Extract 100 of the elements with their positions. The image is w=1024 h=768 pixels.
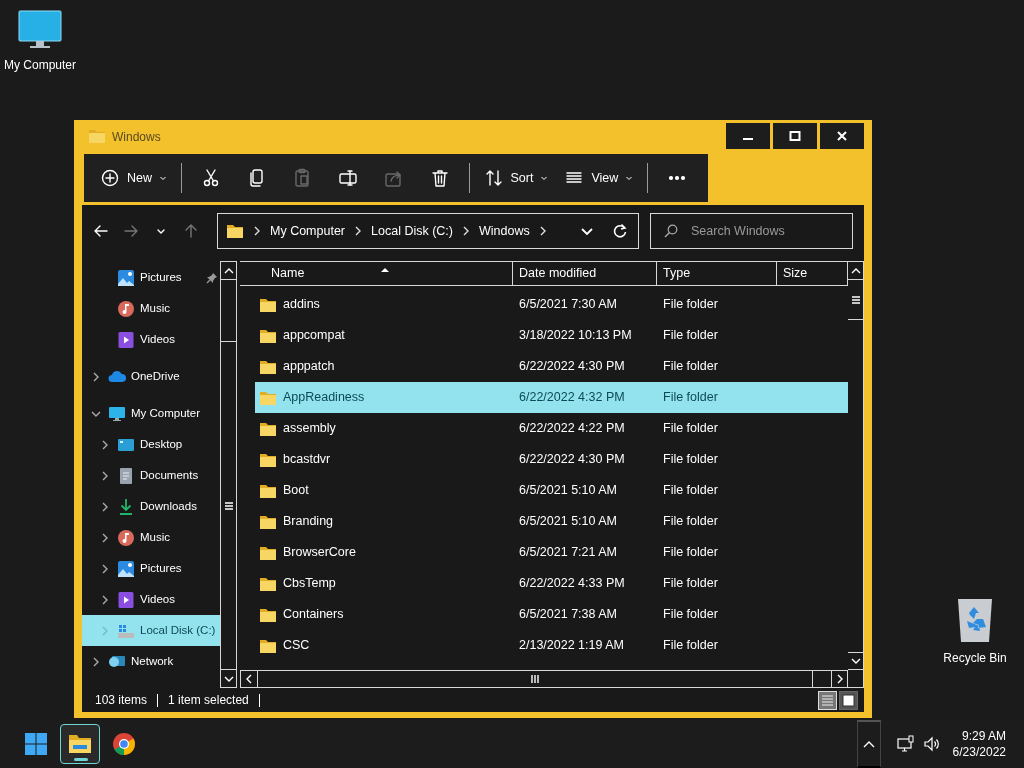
picture-icon <box>117 559 135 578</box>
file-name: CbsTemp <box>283 575 336 593</box>
monitor-icon <box>108 404 126 423</box>
nav-item[interactable]: Documents <box>82 460 220 491</box>
nav-item[interactable]: Videos <box>82 324 220 355</box>
recycle-bin-icon[interactable] <box>956 597 994 643</box>
volume-icon[interactable] <box>922 735 941 753</box>
date-modified: 6/22/2022 4:30 PM <box>518 451 626 469</box>
close-icon[interactable] <box>836 130 848 142</box>
horizontal-scrollbar[interactable] <box>240 670 848 688</box>
file-row[interactable]: CSC 2/13/2022 1:19 AM File folder <box>255 630 848 661</box>
pin-icon[interactable] <box>206 271 218 284</box>
view-button[interactable]: View <box>556 160 642 196</box>
new-button[interactable]: New <box>92 160 175 196</box>
nav-item[interactable]: Pictures <box>82 553 220 584</box>
browser-icon[interactable] <box>112 732 136 756</box>
nav-item[interactable]: OneDrive <box>82 361 220 392</box>
caret-icon[interactable] <box>159 174 167 182</box>
close-button[interactable] <box>820 123 864 149</box>
monitor-icon[interactable] <box>18 10 62 50</box>
file-row[interactable]: addins 6/5/2021 7:30 AM File folder <box>255 289 848 320</box>
file-type: File folder <box>662 358 719 376</box>
music-note-icon <box>117 528 135 547</box>
sort-button[interactable]: Sort <box>475 160 557 196</box>
file-row[interactable]: Branding 6/5/2021 5:10 AM File folder <box>255 506 848 537</box>
desktop-icon-label[interactable]: Recycle Bin <box>943 649 1007 667</box>
scrollbar[interactable] <box>220 261 237 688</box>
folder-icon <box>259 296 277 313</box>
folder-icon <box>259 606 277 623</box>
address-bar[interactable]: My Computer Local Disk (C:) Windows <box>217 213 639 249</box>
file-name: apppatch <box>283 358 335 376</box>
maximize-icon[interactable] <box>789 130 801 142</box>
file-name: BrowserCore <box>283 544 356 562</box>
desktop-icon-label[interactable]: My Computer <box>4 56 76 74</box>
nav-item[interactable]: Desktop <box>82 429 220 460</box>
refresh-icon[interactable] <box>612 223 628 239</box>
column-header[interactable]: Name <box>240 262 513 285</box>
scrollbar[interactable] <box>848 261 864 688</box>
download-icon <box>117 497 135 516</box>
file-name: appcompat <box>283 327 345 345</box>
nav-item[interactable]: Downloads <box>82 491 220 522</box>
breadcrumb[interactable]: My Computer <box>270 221 346 241</box>
date-modified: 6/22/2022 4:30 PM <box>518 358 626 376</box>
grip-icon[interactable] <box>531 674 539 684</box>
folder-icon[interactable] <box>68 732 92 756</box>
nav-item[interactable]: Local Disk (C:) <box>82 615 220 646</box>
folder-icon <box>226 223 244 239</box>
file-type: File folder <box>662 513 719 531</box>
windows-logo-icon[interactable] <box>24 732 48 756</box>
column-header[interactable]: Type <box>657 262 777 285</box>
file-name: Boot <box>283 482 309 500</box>
clock-time[interactable]: 9:29 AM <box>961 728 1006 744</box>
folder-icon <box>259 389 277 406</box>
date-modified: 3/18/2022 10:13 PM <box>518 327 633 345</box>
column-header[interactable]: Size <box>777 262 848 285</box>
nav-item[interactable]: My Computer <box>82 398 220 429</box>
file-type: File folder <box>662 296 719 314</box>
folder-icon <box>259 420 277 437</box>
taskbar-app[interactable] <box>60 724 100 764</box>
file-type: File folder <box>662 389 719 407</box>
nav-item[interactable]: Pictures <box>82 262 220 293</box>
file-row[interactable]: Containers 6/5/2021 7:38 AM File folder <box>255 599 848 630</box>
file-row[interactable]: bcastdvr 6/22/2022 4:30 PM File folder <box>255 444 848 475</box>
nav-item[interactable]: Music <box>82 293 220 324</box>
search-field[interactable]: Search Windows <box>650 213 853 249</box>
trash-icon[interactable] <box>429 168 450 188</box>
nav-item[interactable]: Videos <box>82 584 220 615</box>
caret-icon[interactable] <box>625 174 634 182</box>
folder-icon <box>88 128 106 144</box>
plus-circle-icon[interactable] <box>100 168 120 188</box>
network-icon[interactable] <box>896 735 915 753</box>
maximize-button[interactable] <box>773 123 817 149</box>
folder-icon <box>259 358 277 375</box>
file-row[interactable]: assembly 6/22/2022 4:22 PM File folder <box>255 413 848 444</box>
grip-icon[interactable] <box>223 501 234 510</box>
rename-icon[interactable] <box>338 168 359 188</box>
folder-icon <box>259 575 277 592</box>
caret-icon[interactable] <box>540 174 549 182</box>
file-row[interactable]: apppatch 6/22/2022 4:30 PM File folder <box>255 351 848 382</box>
nav-item[interactable]: Network <box>82 646 220 677</box>
file-type: File folder <box>662 327 719 345</box>
file-row[interactable]: appcompat 3/18/2022 10:13 PM File folder <box>255 320 848 351</box>
clock-date[interactable]: 6/23/2022 <box>952 744 1006 760</box>
breadcrumb[interactable]: Windows <box>479 221 530 241</box>
file-row[interactable]: BrowserCore 6/5/2021 7:21 AM File folder <box>255 537 848 568</box>
show-hidden-icons-button[interactable] <box>856 720 881 768</box>
file-type: File folder <box>662 575 719 593</box>
file-type: File folder <box>662 544 719 562</box>
column-header[interactable]: Date modified <box>513 262 657 285</box>
file-row[interactable]: CbsTemp 6/22/2022 4:33 PM File folder <box>255 568 848 599</box>
file-name: CSC <box>283 637 310 655</box>
grip-icon[interactable] <box>850 295 861 304</box>
file-row[interactable]: Boot 6/5/2021 5:10 AM File folder <box>255 475 848 506</box>
folder-icon <box>259 482 277 499</box>
nav-item[interactable]: Music <box>82 522 220 553</box>
date-modified: 6/5/2021 7:30 AM <box>518 296 618 314</box>
file-row[interactable]: AppReadiness 6/22/2022 4:32 PM File folder <box>255 382 848 413</box>
breadcrumb[interactable]: Local Disk (C:) <box>371 221 453 241</box>
file-name: assembly <box>283 420 336 438</box>
file-type: File folder <box>662 420 719 438</box>
